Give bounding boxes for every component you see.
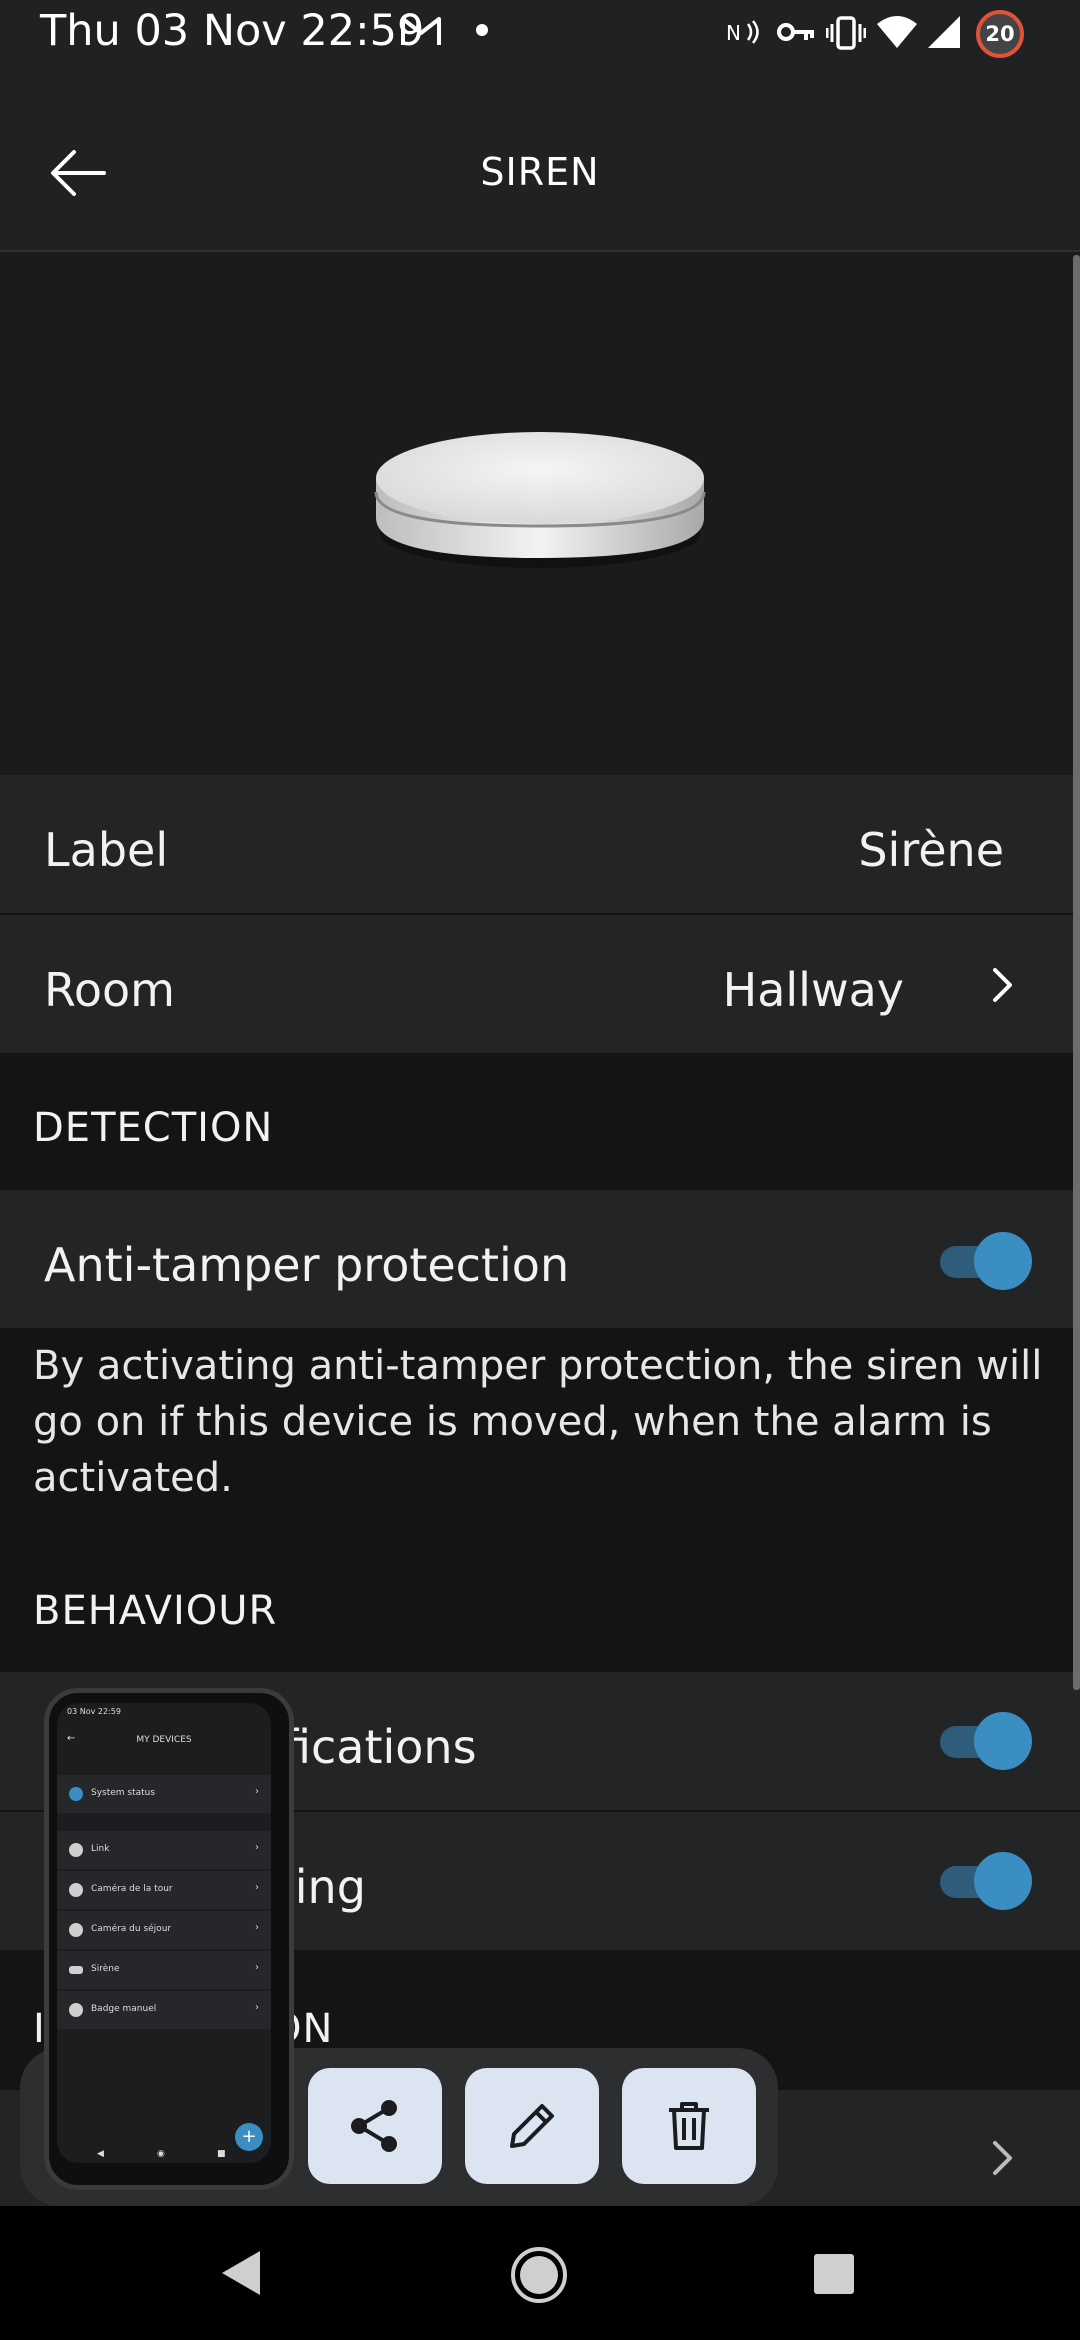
section-title-behaviour: BEHAVIOUR: [33, 1588, 278, 1634]
battery-icon: 20: [976, 10, 1024, 58]
nfc-icon: N: [726, 20, 759, 45]
thumbnail-back-icon: ←: [67, 1733, 76, 1744]
edit-button[interactable]: [465, 2068, 599, 2184]
status-time: Thu 03 Nov 22:59: [40, 6, 425, 56]
thumbnail-item: Sirène: [91, 1964, 120, 1974]
screenshot-thumbnail[interactable]: 03 Nov 22:59 MY DEVICES ← System status …: [44, 1688, 294, 2190]
nav-recents-icon[interactable]: [812, 2252, 856, 2296]
thumbnail-nav-recents-icon: ■: [217, 2149, 226, 2159]
chevron-right-icon: [993, 2141, 1012, 2175]
signaling-toggle[interactable]: [940, 1852, 1032, 1910]
notifications-toggle[interactable]: [940, 1712, 1032, 1770]
thumbnail-row: Link ›: [57, 1831, 271, 1869]
thumbnail-item: System status: [91, 1788, 156, 1798]
thumbnail-add-button: +: [235, 2123, 263, 2151]
description-line: By activating anti-tamper protection, th…: [33, 1343, 1043, 1389]
signaling-partial-label: ling: [282, 1860, 366, 1914]
thumbnail-row: Sirène ›: [57, 1951, 271, 1989]
wifi-icon: [877, 16, 917, 48]
thumbnail-item: Caméra du séjour: [91, 1924, 172, 1934]
gmail-icon: [401, 17, 441, 45]
label-row[interactable]: Label Sirène: [0, 775, 1080, 913]
thumbnail-row: System status ›: [57, 1775, 271, 1813]
delete-button[interactable]: [622, 2068, 756, 2184]
description-line: go on if this device is moved, when the …: [33, 1399, 992, 1445]
vibrate-icon: [826, 16, 866, 50]
share-icon: [351, 2100, 397, 2152]
notification-dot-icon: [476, 24, 488, 36]
svg-text:N: N: [726, 21, 741, 45]
label-value: Sirène: [858, 823, 1004, 877]
edit-pencil-icon: [510, 2104, 554, 2148]
nav-back-icon[interactable]: [218, 2248, 262, 2298]
thumbnail-item: Badge manuel: [91, 2004, 157, 2014]
thumbnail-title: MY DEVICES: [136, 1735, 192, 1745]
thumbnail-item: Link: [91, 1844, 110, 1854]
label-title: Label: [44, 823, 169, 877]
anti-tamper-toggle[interactable]: [940, 1232, 1032, 1290]
room-title: Room: [44, 963, 175, 1017]
thumbnail-time: 03 Nov 22:59: [67, 1707, 121, 1716]
chevron-right-icon: [993, 968, 1012, 1002]
device-image-panel: [0, 252, 1080, 775]
scrollbar[interactable]: [1073, 255, 1080, 1690]
thumbnail-row: Caméra de la tour ›: [57, 1871, 271, 1909]
nav-home-icon[interactable]: [510, 2246, 568, 2304]
thumbnail-item: Caméra de la tour: [91, 1884, 173, 1894]
thumbnail-row: Caméra du séjour ›: [57, 1911, 271, 1949]
anti-tamper-description: By activating anti-tamper protection, th…: [33, 1338, 1043, 1506]
share-button[interactable]: [308, 2068, 442, 2184]
thumbnail-screen: 03 Nov 22:59 MY DEVICES ← System status …: [57, 1703, 271, 2163]
thumbnail-nav-back-icon: ◀: [97, 2149, 104, 2159]
description-line: activated.: [33, 1455, 233, 1501]
anti-tamper-row: Anti-tamper protection: [0, 1190, 1080, 1328]
thumbnail-row: Badge manuel ›: [57, 1991, 271, 2029]
vpn-key-icon: [777, 23, 814, 41]
page-title: SIREN: [480, 150, 600, 194]
delete-trash-icon: [669, 2102, 709, 2150]
system-nav-bar: [0, 2206, 1080, 2340]
notifications-partial-label: fications: [282, 1720, 477, 1774]
section-title-detection: DETECTION: [33, 1105, 274, 1151]
siren-device-image: [374, 432, 706, 568]
room-row[interactable]: Room Hallway: [0, 915, 1080, 1053]
thumbnail-nav-home-icon: ◉: [157, 2149, 165, 2159]
anti-tamper-title: Anti-tamper protection: [44, 1238, 570, 1292]
room-value: Hallway: [722, 963, 904, 1017]
signal-icon: [928, 16, 960, 48]
status-bar: Thu 03 Nov 22:59 N 20: [0, 0, 1080, 70]
